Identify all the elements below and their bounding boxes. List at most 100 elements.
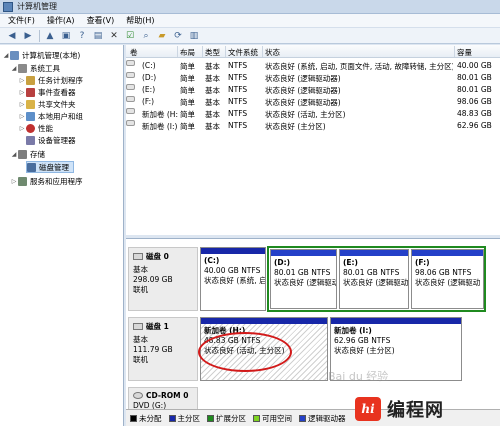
refresh-icon[interactable]: ⟳ bbox=[172, 30, 184, 42]
table-row[interactable]: (F:) 简单 基本 NTFS 状态良好 (逻辑驱动器) 98.06 GB bbox=[126, 96, 500, 107]
tree-item-device-manager[interactable]: 设备管理器 bbox=[26, 134, 76, 146]
site-name: 编程网 bbox=[387, 400, 444, 421]
volume-title: (D:) bbox=[274, 258, 291, 267]
check-icon[interactable]: ☑ bbox=[124, 30, 136, 42]
collapse-icon[interactable]: ◢ bbox=[2, 52, 10, 59]
disk-type: 基本 bbox=[133, 265, 148, 274]
drive-icon bbox=[126, 60, 135, 66]
cell-filesystem: NTFS bbox=[228, 85, 248, 94]
cell-status: 状态良好 (活动, 主分区) bbox=[265, 110, 346, 119]
disk-0-label[interactable]: 磁盘 0 基本 298.09 GB 联机 bbox=[128, 247, 198, 311]
cell-layout: 简单 bbox=[180, 110, 195, 119]
tree-item-disk-management[interactable]: 磁盘管理 bbox=[26, 161, 74, 173]
search-icon[interactable]: ⌕ bbox=[140, 30, 152, 42]
tree-label: 存储 bbox=[30, 149, 45, 159]
col-capacity[interactable]: 容量 bbox=[457, 47, 472, 58]
users-icon bbox=[26, 111, 35, 121]
device-manager-icon bbox=[26, 135, 35, 145]
folder-icon[interactable]: ▰ bbox=[156, 30, 168, 42]
close-icon[interactable]: ✕ bbox=[108, 30, 120, 42]
help-icon[interactable]: ? bbox=[76, 30, 88, 42]
menu-view[interactable]: 查看(V) bbox=[87, 15, 115, 26]
cell-layout: 简单 bbox=[180, 122, 195, 131]
col-volume[interactable]: 卷 bbox=[130, 47, 138, 58]
table-row[interactable]: (C:) 简单 基本 NTFS 状态良好 (系统, 启动, 页面文件, 活动, … bbox=[126, 60, 500, 71]
volume-d[interactable]: (D:) 80.01 GB NTFS 状态良好 (逻辑驱动 bbox=[270, 249, 337, 309]
table-row[interactable]: (E:) 简单 基本 NTFS 状态良好 (逻辑驱动器) 80.01 GB bbox=[126, 84, 500, 95]
legend-free-space: 可用空间 bbox=[253, 413, 292, 424]
volume-f[interactable]: (F:) 98.06 GB NTFS 状态良好 (逻辑驱动 bbox=[411, 249, 484, 309]
cell-filesystem: NTFS bbox=[228, 121, 248, 130]
disk-name: CD-ROM 0 bbox=[146, 391, 189, 400]
cell-volume: (E:) bbox=[142, 85, 156, 94]
volume-e[interactable]: (E:) 80.01 GB NTFS 状态良好 (逻辑驱动 bbox=[339, 249, 409, 309]
menu-action[interactable]: 操作(A) bbox=[47, 15, 75, 26]
clock-icon bbox=[26, 75, 35, 85]
cdrom-0-label[interactable]: CD-ROM 0 DVD (G:) bbox=[128, 387, 198, 411]
console-icon[interactable]: ▣ bbox=[60, 30, 72, 42]
export-icon[interactable]: ▥ bbox=[188, 30, 200, 42]
tools-icon bbox=[18, 63, 27, 73]
expand-icon[interactable]: ▷ bbox=[18, 101, 26, 108]
table-row[interactable]: 新加卷 (I:) 简单 基本 NTFS 状态良好 (主分区) 62.96 GB bbox=[126, 120, 500, 131]
expand-icon[interactable]: ▷ bbox=[18, 89, 26, 96]
volume-size: 80.01 GB NTFS bbox=[343, 268, 400, 277]
disk-status: 联机 bbox=[133, 355, 148, 364]
tree-label: 服务和应用程序 bbox=[30, 176, 83, 186]
expand-icon[interactable]: ▷ bbox=[18, 125, 26, 132]
tree-item-event-viewer[interactable]: ▷ 事件查看器 bbox=[18, 86, 76, 98]
cell-type: 基本 bbox=[205, 86, 220, 95]
tree-item-task-scheduler[interactable]: ▷ 任务计划程序 bbox=[18, 74, 83, 86]
shared-folder-icon bbox=[26, 99, 35, 109]
menu-help[interactable]: 帮助(H) bbox=[126, 15, 154, 26]
disk-status: 联机 bbox=[133, 285, 148, 294]
cell-status: 状态良好 (系统, 启动, 页面文件, 活动, 故障转储, 主分区) bbox=[265, 62, 453, 71]
cell-filesystem: NTFS bbox=[228, 61, 248, 70]
collapse-icon[interactable]: ◢ bbox=[10, 65, 18, 72]
site-watermark: hi 编程网 bbox=[355, 396, 444, 422]
drive-icon bbox=[126, 72, 135, 78]
col-status[interactable]: 状态 bbox=[265, 47, 280, 58]
tree-storage[interactable]: ◢ 存储 bbox=[10, 148, 45, 160]
expand-icon[interactable]: ▷ bbox=[18, 113, 26, 120]
properties-icon[interactable]: ▤ bbox=[92, 30, 104, 42]
legend-logical-drive: 逻辑驱动器 bbox=[299, 413, 346, 424]
expand-icon[interactable]: ▷ bbox=[10, 178, 18, 185]
col-type[interactable]: 类型 bbox=[205, 47, 220, 58]
tree-item-local-users[interactable]: ▷ 本地用户和组 bbox=[18, 110, 83, 122]
legend-extended: 扩展分区 bbox=[207, 413, 246, 424]
tree-item-shared-folders[interactable]: ▷ 共享文件夹 bbox=[18, 98, 76, 110]
disk-icon bbox=[27, 162, 36, 172]
volume-status: 状态良好 (逻辑驱动 bbox=[343, 278, 409, 287]
tree-root[interactable]: ◢ 计算机管理(本地) bbox=[2, 49, 80, 61]
window-title: 计算机管理 bbox=[17, 2, 57, 11]
disk-name: 磁盘 1 bbox=[146, 322, 169, 331]
menu-file[interactable]: 文件(F) bbox=[8, 15, 35, 26]
forward-icon[interactable]: ▶ bbox=[22, 30, 34, 42]
drive-icon bbox=[126, 108, 135, 114]
tree-label: 性能 bbox=[38, 123, 53, 133]
table-row[interactable]: (D:) 简单 基本 NTFS 状态良好 (逻辑驱动器) 80.01 GB bbox=[126, 72, 500, 83]
cell-volume: 新加卷 (H:) bbox=[142, 110, 178, 119]
back-icon[interactable]: ◀ bbox=[6, 30, 18, 42]
up-folder-icon[interactable]: ▲ bbox=[44, 30, 56, 42]
toolbar: ◀ ▶ ▲ ▣ ? ▤ ✕ ☑ ⌕ ▰ ⟳ ▥ bbox=[0, 28, 500, 44]
drive-icon bbox=[126, 96, 135, 102]
cell-type: 基本 bbox=[205, 110, 220, 119]
tree-services[interactable]: ▷ 服务和应用程序 bbox=[10, 175, 83, 187]
cell-status: 状态良好 (主分区) bbox=[265, 122, 326, 131]
collapse-icon[interactable]: ◢ bbox=[10, 151, 18, 158]
volume-c[interactable]: (C:) 40.00 GB NTFS 状态良好 (系统, 启动, 页 bbox=[200, 247, 266, 311]
table-row[interactable]: 新加卷 (H:) 简单 基本 NTFS 状态良好 (活动, 主分区) 48.83… bbox=[126, 108, 500, 119]
col-layout[interactable]: 布局 bbox=[180, 47, 195, 58]
expand-icon[interactable]: ▷ bbox=[18, 77, 26, 84]
col-filesystem[interactable]: 文件系统 bbox=[228, 47, 258, 58]
cell-layout: 简单 bbox=[180, 74, 195, 83]
tree-system-tools[interactable]: ◢ 系统工具 bbox=[10, 62, 60, 74]
cell-status: 状态良好 (逻辑驱动器) bbox=[265, 98, 341, 107]
tree-item-performance[interactable]: ▷ 性能 bbox=[18, 122, 53, 134]
drive-icon bbox=[126, 120, 135, 126]
volume-title: (E:) bbox=[343, 258, 358, 267]
disk-1-label[interactable]: 磁盘 1 基本 111.79 GB 联机 bbox=[128, 317, 198, 381]
annotation-circle bbox=[198, 332, 292, 372]
